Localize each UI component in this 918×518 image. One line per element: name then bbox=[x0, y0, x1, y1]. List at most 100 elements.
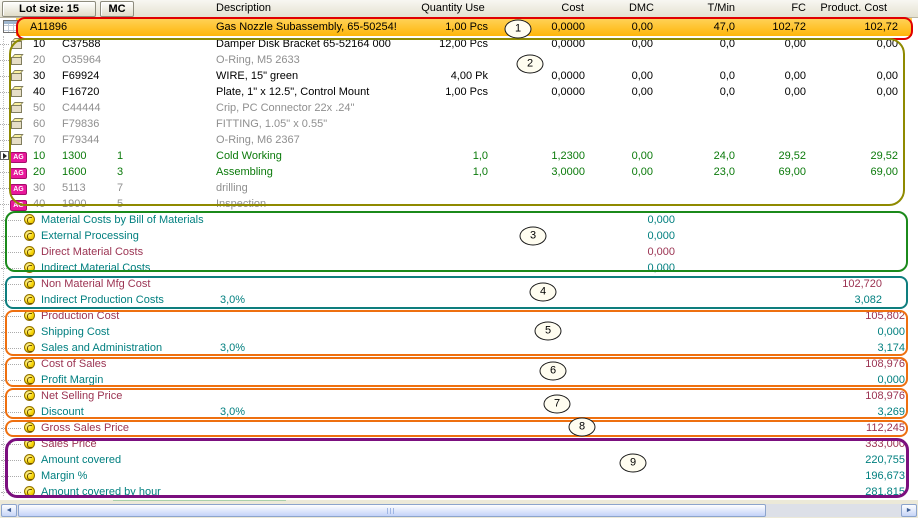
cell-workcenter bbox=[116, 52, 216, 68]
cell-pc bbox=[808, 180, 900, 196]
column-header-cost[interactable]: Cost bbox=[490, 0, 587, 17]
operation-row[interactable]: AG3051137drilling bbox=[0, 180, 918, 196]
bom-row[interactable]: 60F79836FITTING, 1.05" x 0.55" bbox=[0, 116, 918, 132]
cell-qty bbox=[416, 52, 490, 68]
summary-row-material-costs[interactable]: Indirect Material Costs0,000 bbox=[0, 260, 918, 276]
summary-row-production-cost[interactable]: Production Cost105,802 bbox=[0, 308, 918, 324]
summary-row-sales-price[interactable]: Margin %196,673 bbox=[0, 468, 918, 484]
summary-row-material-costs[interactable]: Material Costs by Bill of Materials0,000 bbox=[0, 212, 918, 228]
summary-row-net-selling-price[interactable]: Discount3,0%3,269 bbox=[0, 404, 918, 420]
cell-workcenter: 7 bbox=[116, 180, 216, 196]
summary-value: 0,000 bbox=[647, 212, 675, 228]
summary-icon-cell bbox=[24, 356, 39, 372]
summary-label: Production Cost bbox=[39, 308, 119, 324]
cell-tmin: 23,0 bbox=[655, 164, 737, 180]
bom-row[interactable]: 50C44444Crip, PC Connector 22x .24" bbox=[0, 100, 918, 116]
cell-tmin bbox=[655, 52, 737, 68]
summary-icon-cell bbox=[24, 436, 39, 452]
root-icon-cell bbox=[0, 18, 30, 36]
root-cell-dmc: 0,00 bbox=[587, 18, 655, 36]
tree-leader bbox=[1, 236, 21, 237]
summary-icon-cell bbox=[24, 340, 39, 356]
row-filler bbox=[900, 132, 918, 148]
scroll-right-button[interactable]: ► bbox=[901, 504, 917, 517]
bom-row[interactable]: 40F16720Plate, 1" x 12.5", Control Mount… bbox=[0, 84, 918, 100]
cost-item-icon bbox=[24, 358, 35, 369]
tree-leader bbox=[1, 412, 21, 413]
tree-cell bbox=[0, 468, 24, 484]
tree-leader bbox=[1, 220, 21, 221]
summary-row-non-material-mfg[interactable]: Indirect Production Costs3,0%3,082 bbox=[0, 292, 918, 308]
summary-value: 0,000 bbox=[877, 372, 905, 388]
summary-row-cost-of-sales[interactable]: Cost of Sales108,976 bbox=[0, 356, 918, 372]
cell-description: Assembling bbox=[216, 164, 416, 180]
bom-row[interactable]: 30F69924WIRE, 15" green4,00 Pk0,00000,00… bbox=[0, 68, 918, 84]
tree-leader bbox=[0, 204, 9, 205]
operation-row[interactable]: AG4019005Inspection bbox=[0, 196, 918, 212]
summary-row-production-cost[interactable]: Shipping Cost 0,000 bbox=[0, 324, 918, 340]
tree-cell bbox=[0, 164, 10, 180]
tree-leader bbox=[0, 172, 9, 173]
scroll-left-button[interactable]: ◄ bbox=[1, 504, 17, 517]
expand-button[interactable] bbox=[0, 151, 9, 160]
cell-description: O-Ring, M6 2367 bbox=[216, 132, 416, 148]
summary-label: Non Material Mfg Cost bbox=[39, 276, 150, 292]
bom-row[interactable]: 10C37588Damper Disk Bracket 65-52164 000… bbox=[0, 36, 918, 52]
cell-item-number: F69924 bbox=[56, 68, 116, 84]
summary-value: 0,000 bbox=[877, 324, 905, 340]
summary-row-material-costs[interactable]: External Processing 0,000 bbox=[0, 228, 918, 244]
cell-dmc: 0,00 bbox=[587, 164, 655, 180]
horizontal-scrollbar[interactable]: ◄ ► bbox=[0, 504, 918, 517]
row-icon-cell bbox=[10, 52, 30, 68]
summary-value: 0,000 bbox=[647, 228, 675, 244]
summary-row-gross-sales-price[interactable]: Gross Sales Price112,245 bbox=[0, 420, 918, 436]
root-cell-qty: 1,00 Pcs bbox=[416, 18, 490, 36]
root-cell-tmin: 47,0 bbox=[655, 18, 737, 36]
bom-row[interactable]: 70F79344O-Ring, M6 2367 bbox=[0, 132, 918, 148]
summary-row-net-selling-price[interactable]: Net Selling Price108,976 bbox=[0, 388, 918, 404]
cost-item-icon bbox=[24, 454, 35, 465]
summary-row-material-costs[interactable]: Direct Material Costs0,000 bbox=[0, 244, 918, 260]
column-header-tmin[interactable]: T/Min bbox=[655, 0, 737, 17]
operation-icon: AG bbox=[10, 184, 27, 195]
mc-button[interactable]: MC bbox=[100, 1, 134, 17]
summary-label: External Processing bbox=[39, 228, 139, 244]
tree-leader bbox=[1, 332, 21, 333]
summary-row-cost-of-sales[interactable]: Profit Margin 0,000 bbox=[0, 372, 918, 388]
cell-tmin bbox=[655, 132, 737, 148]
scrollbar-thumb[interactable] bbox=[18, 504, 766, 517]
operation-row[interactable]: AG1013001Cold Working1,01,23000,0024,029… bbox=[0, 148, 918, 164]
cell-pc bbox=[808, 52, 900, 68]
cell-fc bbox=[737, 116, 808, 132]
tree-cell bbox=[0, 388, 24, 404]
operation-row[interactable]: AG2016003Assembling1,03,00000,0023,069,0… bbox=[0, 164, 918, 180]
part-icon bbox=[10, 85, 26, 98]
column-header-fc[interactable]: FC bbox=[737, 0, 808, 17]
cell-tmin: 24,0 bbox=[655, 148, 737, 164]
summary-label: Profit Margin bbox=[39, 372, 103, 388]
summary-row-sales-price[interactable]: Sales Price333,000 bbox=[0, 436, 918, 452]
cell-cost: 3,0000 bbox=[490, 164, 587, 180]
lot-size-button[interactable]: Lot size: 15 bbox=[2, 1, 96, 17]
summary-label: Shipping Cost bbox=[39, 324, 110, 340]
summary-row-non-material-mfg[interactable]: Non Material Mfg Cost102,720 bbox=[0, 276, 918, 292]
cell-position: 30 bbox=[30, 180, 56, 196]
row-icon-cell bbox=[10, 100, 30, 116]
cell-description: Damper Disk Bracket 65-52164 000 bbox=[216, 36, 416, 52]
tree-cell bbox=[0, 148, 10, 164]
tree-cell bbox=[0, 52, 10, 68]
root-assembly-row[interactable]: A11896Gas Nozzle Subassembly, 65-50254!1… bbox=[0, 18, 918, 36]
column-header-dmc[interactable]: DMC bbox=[587, 0, 655, 17]
bom-row[interactable]: 20O35964O-Ring, M5 2633 bbox=[0, 52, 918, 68]
cell-qty: 1,00 Pcs bbox=[416, 84, 490, 100]
cell-dmc: 0,00 bbox=[587, 148, 655, 164]
row-icon-cell bbox=[10, 68, 30, 84]
summary-row-production-cost[interactable]: Sales and Administration3,0%3,174 bbox=[0, 340, 918, 356]
column-header-description[interactable]: Description bbox=[216, 0, 416, 17]
column-header-quantity-use[interactable]: Quantity Use bbox=[416, 0, 490, 17]
summary-row-sales-price[interactable]: Amount covered by hour281,815 bbox=[0, 484, 918, 500]
column-header-product-cost[interactable]: Product. Cost bbox=[808, 0, 900, 17]
cell-item-number: O35964 bbox=[56, 52, 116, 68]
row-icon-cell: AG bbox=[10, 148, 30, 164]
summary-row-sales-price[interactable]: Amount covered220,755 bbox=[0, 452, 918, 468]
